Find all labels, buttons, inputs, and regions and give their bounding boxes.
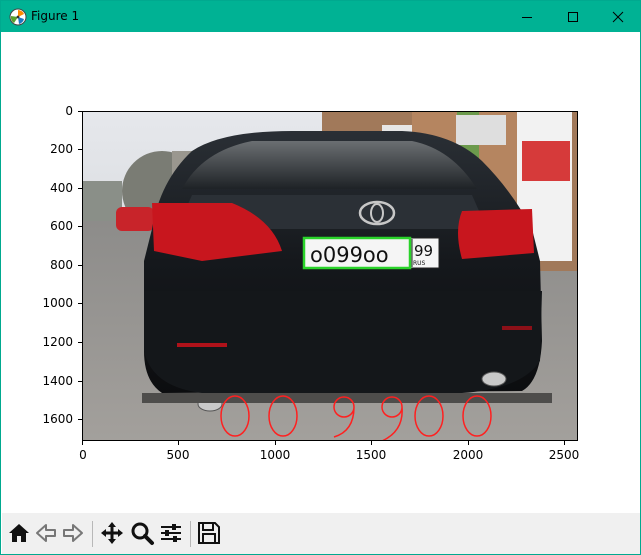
configure-subplots-button[interactable] <box>158 520 184 546</box>
xtick-mark <box>82 441 83 445</box>
ytick-label: 1600 <box>42 412 73 426</box>
save-button[interactable] <box>196 520 222 546</box>
zoom-icon <box>131 522 154 545</box>
back-icon <box>36 524 56 542</box>
xtick-label: 1000 <box>259 448 291 462</box>
car-photo-graphic: о099оо 99 RUS <box>82 111 578 441</box>
close-icon <box>612 11 624 23</box>
back-button[interactable] <box>33 520 59 546</box>
pan-icon <box>101 522 123 544</box>
ytick-mark <box>78 381 82 382</box>
title-bar[interactable]: Figure 1 <box>1 1 640 32</box>
ytick-mark <box>78 111 82 112</box>
home-icon <box>9 524 29 542</box>
ytick-mark <box>78 419 82 420</box>
xtick-mark <box>275 441 276 445</box>
forward-button[interactable] <box>60 520 86 546</box>
save-icon <box>198 522 220 544</box>
ytick-label: 1000 <box>42 296 73 310</box>
ytick-label: 0 <box>65 104 73 118</box>
forward-icon <box>63 524 83 542</box>
ytick-mark <box>78 188 82 189</box>
zoom-button[interactable] <box>129 520 155 546</box>
plate-country: RUS <box>413 260 426 267</box>
close-button[interactable] <box>595 1 641 32</box>
home-button[interactable] <box>6 520 32 546</box>
ytick-mark <box>78 265 82 266</box>
configure-subplots-icon <box>161 524 181 542</box>
figure-window: Figure 1 о099оо 99 RUS 0 200 400 600 800… <box>0 0 641 555</box>
xtick-mark <box>564 441 565 445</box>
ytick-label: 1200 <box>42 335 73 349</box>
minimize-button[interactable] <box>504 1 550 32</box>
ytick-label: 200 <box>50 142 73 156</box>
ytick-label: 400 <box>50 181 73 195</box>
toolbar-separator <box>92 521 93 547</box>
xtick-mark <box>178 441 179 445</box>
xtick-label: 2000 <box>452 448 484 462</box>
ytick-mark <box>78 149 82 150</box>
xtick-label: 2500 <box>548 448 580 462</box>
xtick-label: 1500 <box>355 448 387 462</box>
plate-number: о099оо <box>310 243 389 267</box>
ytick-mark <box>78 226 82 227</box>
car-photo: о099оо 99 RUS <box>82 111 578 441</box>
xtick-label: 0 <box>79 448 87 462</box>
maximize-icon <box>568 12 578 22</box>
matplotlib-icon <box>9 8 27 26</box>
xtick-label: 500 <box>166 448 190 462</box>
ytick-mark <box>78 342 82 343</box>
plate-region: 99 <box>414 242 433 260</box>
maximize-button[interactable] <box>550 1 596 32</box>
pan-button[interactable] <box>99 520 125 546</box>
minimize-icon <box>522 17 532 18</box>
ytick-label: 800 <box>50 258 73 272</box>
xtick-mark <box>371 441 372 445</box>
navigation-toolbar <box>2 513 640 554</box>
ytick-label: 1400 <box>42 374 73 388</box>
toolbar-separator <box>190 521 191 547</box>
ytick-mark <box>78 303 82 304</box>
window-title: Figure 1 <box>31 9 80 23</box>
xtick-mark <box>468 441 469 445</box>
ytick-label: 600 <box>50 219 73 233</box>
